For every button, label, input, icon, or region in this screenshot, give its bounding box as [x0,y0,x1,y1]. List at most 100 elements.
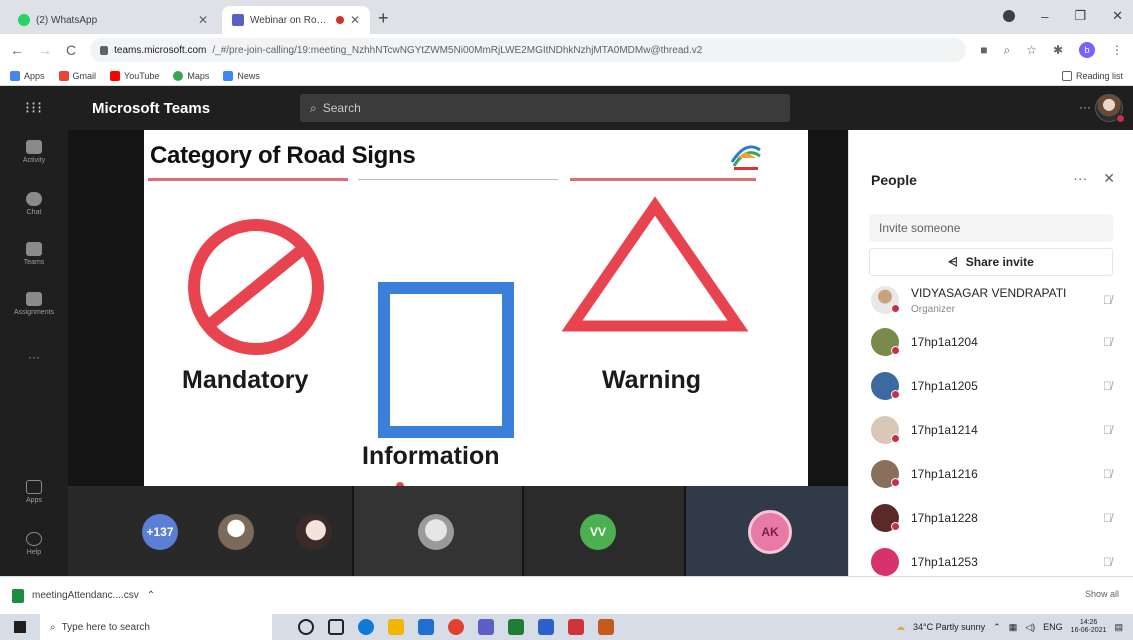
new-tab-button[interactable]: + [378,8,389,29]
rail-item-chat[interactable]: Chat [0,192,68,216]
sign-label-mandatory: Mandatory [182,366,309,394]
teams-icon[interactable] [478,619,494,635]
notification-icon[interactable]: ▤ [1114,622,1123,633]
close-tab-icon[interactable]: ✕ [350,13,360,27]
cortana-icon[interactable] [298,619,314,635]
teams-group-icon [26,242,42,256]
tray-chevron-icon[interactable]: ⌃ [993,622,1001,633]
profile-icon[interactable] [1003,10,1016,22]
task-view-icon[interactable] [328,619,344,635]
mic-off-icon: 🎙̸ [1103,293,1112,307]
participant-avatar[interactable] [296,514,332,550]
taskbar-search-placeholder: Type here to search [61,621,150,633]
rail-item-apps[interactable]: Apps [0,480,68,504]
reading-list-label: Reading list [1075,70,1123,81]
bookmark-youtube[interactable]: YouTube [110,70,160,81]
rail-item-teams[interactable]: Teams [0,242,68,266]
star-icon[interactable]: ☆ [1026,43,1037,57]
bookmark-news[interactable]: News [223,70,260,81]
download-item[interactable]: meetingAttendanc....csv ⌃ [12,588,155,603]
word-icon[interactable] [538,619,554,635]
invite-input[interactable]: Invite someone [869,214,1113,242]
participant-initials-vv[interactable]: VV [580,514,616,550]
rail-item-activity[interactable]: Activity [0,140,68,164]
tab-webinar[interactable]: Webinar on Road Safety Aw ✕ [222,6,370,34]
participant-name: 17hp1a1228 [911,511,978,525]
mic-off-icon: 🎙̸ [1103,511,1112,525]
tab-whatsapp[interactable]: (2) WhatsApp ✕ [8,6,218,34]
weather-text[interactable]: 34°C Partly sunny [913,622,985,632]
list-item[interactable]: 17hp1a1228 🎙̸ [849,498,1133,538]
more-options-icon[interactable]: ··· [1079,100,1091,114]
back-icon[interactable]: ← [10,42,24,58]
bookmark-maps[interactable]: Maps [173,70,209,81]
close-tab-icon[interactable]: ✕ [198,13,208,27]
backpack-icon [26,292,42,306]
zoom-icon[interactable]: ⌕ [1003,43,1010,58]
menu-icon[interactable]: ⋮ [1111,43,1123,57]
bookmark-apps[interactable]: Apps [10,70,45,81]
participant-avatar[interactable] [418,514,454,550]
bookmark-gmail[interactable]: Gmail [58,70,96,81]
start-button[interactable] [0,621,40,633]
list-item[interactable]: VIDYASAGAR VENDRAPATI Organizer 🎙̸ [849,280,1133,320]
reload-icon[interactable]: C [66,42,76,58]
close-icon[interactable]: ✕ [1103,170,1115,187]
bell-icon [26,140,42,154]
more-participants-badge[interactable]: +137 [142,514,178,550]
participant-avatar[interactable] [218,514,254,550]
app-launcher-icon[interactable]: ⁝⁝⁝ [0,98,68,118]
list-item[interactable]: 17hp1a1216 🎙̸ [849,454,1133,494]
reading-list-button[interactable]: Reading list [1061,70,1123,81]
rail-item-help[interactable]: Help [0,532,68,556]
acrobat-icon[interactable] [568,619,584,635]
chevron-up-icon[interactable]: ⌃ [147,590,155,601]
rail-label: Activity [22,157,46,164]
rail-more[interactable]: ··· [0,350,68,364]
clock[interactable]: 14:26 16-06-2021 [1071,619,1107,635]
profile-avatar[interactable]: b [1079,42,1095,58]
list-item[interactable]: 17hp1a1205 🎙̸ [849,366,1133,406]
rail-label: Assignments [13,309,55,316]
bookmark-label: News [237,70,260,81]
news-icon [223,70,234,81]
close-window-icon[interactable]: ✕ [1112,8,1123,24]
help-icon [26,532,42,546]
list-item[interactable]: 17hp1a1253 🎙̸ [849,542,1133,576]
tab-title: (2) WhatsApp [36,14,98,26]
participant-initials-ak[interactable]: AK [748,510,792,554]
status-icon [891,304,900,313]
extensions-icon[interactable]: ✱ [1053,43,1063,57]
chrome-icon[interactable] [448,619,464,635]
list-item[interactable]: 17hp1a1214 🎙̸ [849,410,1133,450]
weather-icon: ☁ [896,621,906,632]
taskbar-search-input[interactable]: ⌕ Type here to search [40,614,272,640]
powerpoint-icon[interactable] [598,619,614,635]
more-options-icon[interactable]: ··· [1073,170,1087,187]
list-item[interactable]: 17hp1a1204 🎙̸ [849,322,1133,362]
search-input[interactable]: ⌕ Search [300,94,790,122]
whatsapp-icon [18,14,30,26]
show-all-button[interactable]: Show all [1085,589,1119,599]
slide-divider [358,179,558,180]
file-explorer-icon[interactable] [388,619,404,635]
camera-icon[interactable]: ■ [980,43,987,57]
recording-icon [335,16,344,24]
information-sign-icon [378,282,514,438]
share-invite-button[interactable]: ⩤ Share invite [869,248,1113,276]
minimize-icon[interactable]: – [1041,9,1048,24]
rail-item-assignments[interactable]: Assignments [0,292,68,316]
bookmark-label: YouTube [124,70,160,81]
network-icon[interactable]: ▦ [1009,622,1018,633]
restore-icon[interactable]: ❐ [1074,8,1086,24]
excel-icon[interactable] [508,619,524,635]
store-icon[interactable] [418,619,434,635]
edge-icon[interactable] [358,619,374,635]
participant-name: 17hp1a1214 [911,423,978,437]
language-indicator[interactable]: ENG [1043,622,1063,632]
address-bar[interactable]: teams.microsoft.com /_#/pre-join-calling/… [90,38,967,62]
rail-label: ··· [28,350,40,364]
rail-label: Teams [23,259,45,266]
volume-icon[interactable]: ◁) [1025,622,1035,633]
forward-icon[interactable]: → [38,42,52,58]
